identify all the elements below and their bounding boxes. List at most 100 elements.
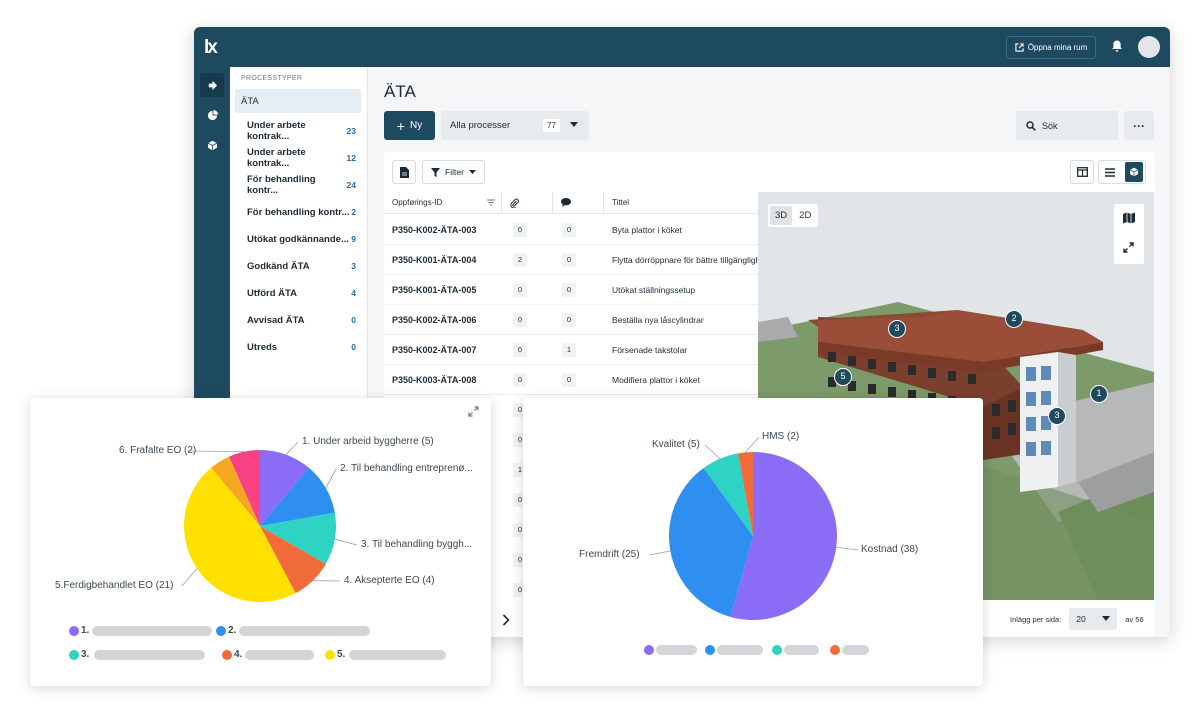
bell-icon[interactable] [1110, 39, 1124, 53]
table-row[interactable]: P350-K001-ÄTA-004 2 0 Flytta dörröppnare… [384, 245, 758, 275]
search-input[interactable]: Sök [1016, 111, 1118, 140]
row-attachments: 0 [513, 313, 527, 327]
pie-label: 3. Til behandling byggh... [361, 539, 473, 550]
model-marker[interactable]: 1 [1090, 385, 1108, 403]
sidebar-item[interactable]: Utökat godkännande... 9 [236, 227, 362, 251]
legend-label-placeholder [656, 645, 697, 655]
table-row[interactable]: P350-K003-ÄTA-008 0 0 Modifiera plattor … [384, 365, 758, 395]
filter-button[interactable]: Filter [422, 160, 485, 184]
row-title: Modifiera plattor i köket [612, 375, 700, 385]
new-button[interactable]: + Ny [384, 111, 435, 140]
table-row[interactable]: P350-K002-ÄTA-006 0 0 Beställa nya låscy… [384, 305, 758, 335]
row-attachments: 0 [513, 283, 527, 297]
model-marker[interactable]: 3 [1048, 407, 1066, 425]
more-options-button[interactable]: ··· [1124, 111, 1154, 140]
pie-leader-line [836, 546, 859, 551]
split-view-button[interactable] [1070, 160, 1094, 184]
column-header-comments[interactable] [553, 192, 604, 214]
row-title: Flytta dörröppnare för bättre tillgängli… [612, 255, 758, 265]
model-marker[interactable]: 5 [834, 368, 852, 386]
sidebar-item[interactable]: Utreds 0 [236, 335, 362, 359]
total-count: av 56 [1125, 614, 1144, 624]
row-id: P350-K001-ÄTA-004 [392, 255, 477, 265]
column-header-title[interactable]: Tittel [604, 192, 758, 214]
legend-label-placeholder [94, 650, 205, 660]
legend-number: 2. [228, 625, 237, 636]
mode-2d-button[interactable]: 2D [794, 206, 816, 225]
pie-leader-line [745, 436, 760, 453]
avatar[interactable] [1138, 36, 1160, 58]
row-title: Utökat ställningssetup [612, 285, 696, 295]
column-header-attachments[interactable] [502, 192, 553, 214]
search-placeholder: Sök [1042, 120, 1058, 131]
pie-label: Kvalitet (5) [652, 439, 700, 450]
list-view-button[interactable] [1101, 167, 1120, 177]
sidebar-item[interactable]: Godkänd ÄTA 3 [236, 254, 362, 278]
row-comments: 0 [562, 373, 576, 387]
model-marker[interactable]: 3 [888, 320, 906, 338]
sidebar-item-ata[interactable]: ÄTA [235, 89, 361, 113]
open-rooms-button[interactable]: Öppna mina rum [1006, 36, 1096, 59]
sidebar-item[interactable]: För behandling kontr... 2 [236, 200, 362, 224]
pie-label: 1. Under arbeid byggherre (5) [302, 436, 434, 447]
row-title: Byta plattor i köket [612, 225, 682, 235]
legend-label-placeholder [239, 626, 370, 636]
chevron-right-icon[interactable] [502, 614, 510, 626]
legend-label-placeholder [842, 645, 869, 655]
sort-icon [487, 199, 495, 206]
legend-dot [222, 650, 232, 660]
pie-label: Kostnad (38) [861, 544, 919, 555]
app-logo[interactable]: lx [204, 37, 218, 59]
legend-dot [69, 626, 79, 636]
column-header-id[interactable]: Oppførings-ID [384, 192, 502, 214]
caret-down-icon [1102, 616, 1111, 621]
legend-dot [325, 650, 335, 660]
sidebar-item-count: 4 [351, 288, 356, 298]
sidebar-item[interactable]: Utförd ÄTA 4 [236, 281, 362, 305]
pie-leader-line [648, 550, 671, 556]
pie-leader-line [704, 444, 721, 460]
sidebar-item[interactable]: Under arbete kontrak... 23 [236, 119, 362, 143]
model-marker[interactable]: 2 [1005, 310, 1023, 328]
cube-icon [1129, 167, 1138, 177]
pie-leader-line [325, 468, 337, 489]
export-button[interactable] [392, 160, 416, 184]
sidebar-item-label: För behandling kontr... [247, 174, 316, 196]
pie-chart-icon [207, 109, 218, 120]
rail-item-dashboard[interactable] [200, 103, 224, 127]
sidebar-item[interactable]: För behandling kontr... 24 [236, 173, 362, 197]
legend-number: 3. [81, 649, 90, 660]
sidebar-item-label: Under arbete kontrak... [247, 120, 306, 142]
rail-item-processes[interactable] [200, 73, 224, 97]
sidebar-item-label: Godkänd ÄTA [247, 260, 310, 272]
pie-label: 6. Frafalte EO (2) [119, 445, 197, 456]
more-icon: ··· [1133, 118, 1145, 133]
row-title: Beställa nya låscylindrar [612, 315, 704, 325]
rail-item-models[interactable] [200, 133, 224, 157]
sidebar-item-count: 0 [351, 315, 356, 325]
top-bar: lx Öppna mina rum [194, 27, 1170, 67]
table-row[interactable]: P350-K002-ÄTA-007 0 1 Försenade takstola… [384, 335, 758, 365]
paperclip-icon [510, 198, 519, 208]
page-title: ÄTA [384, 82, 416, 101]
sidebar-item[interactable]: Under arbete kontrak... 12 [236, 146, 362, 170]
process-select[interactable]: Alla processer 77 [441, 111, 589, 140]
table-row[interactable]: P350-K001-ÄTA-005 0 0 Utökat ställningss… [384, 275, 758, 305]
sidebar-item-label: Utreds [247, 341, 278, 353]
map-icon[interactable] [1123, 212, 1135, 224]
model-view-button[interactable] [1124, 162, 1143, 182]
legend-dot [216, 626, 226, 636]
rows-per-page-select[interactable]: 20 [1069, 608, 1118, 630]
mode-3d-button[interactable]: 3D [770, 206, 793, 225]
sidebar-item-count: 12 [346, 153, 356, 163]
category-chart-card: Kostnad (38) Fremdrift (25) Kvalitet (5)… [523, 398, 983, 686]
table-row[interactable]: P350-K002-ÄTA-003 0 0 Byta plattor i kök… [384, 215, 758, 245]
legend-dot [830, 645, 840, 655]
open-rooms-label: Öppna mina rum [1027, 43, 1088, 52]
expand-icon[interactable] [1123, 242, 1134, 253]
legend-label-placeholder [92, 626, 212, 636]
sidebar-item-count: 23 [346, 126, 356, 136]
sidebar-item[interactable]: Avvisad ÄTA 0 [236, 308, 362, 332]
comment-icon [561, 198, 571, 207]
row-comments: 0 [562, 253, 576, 267]
